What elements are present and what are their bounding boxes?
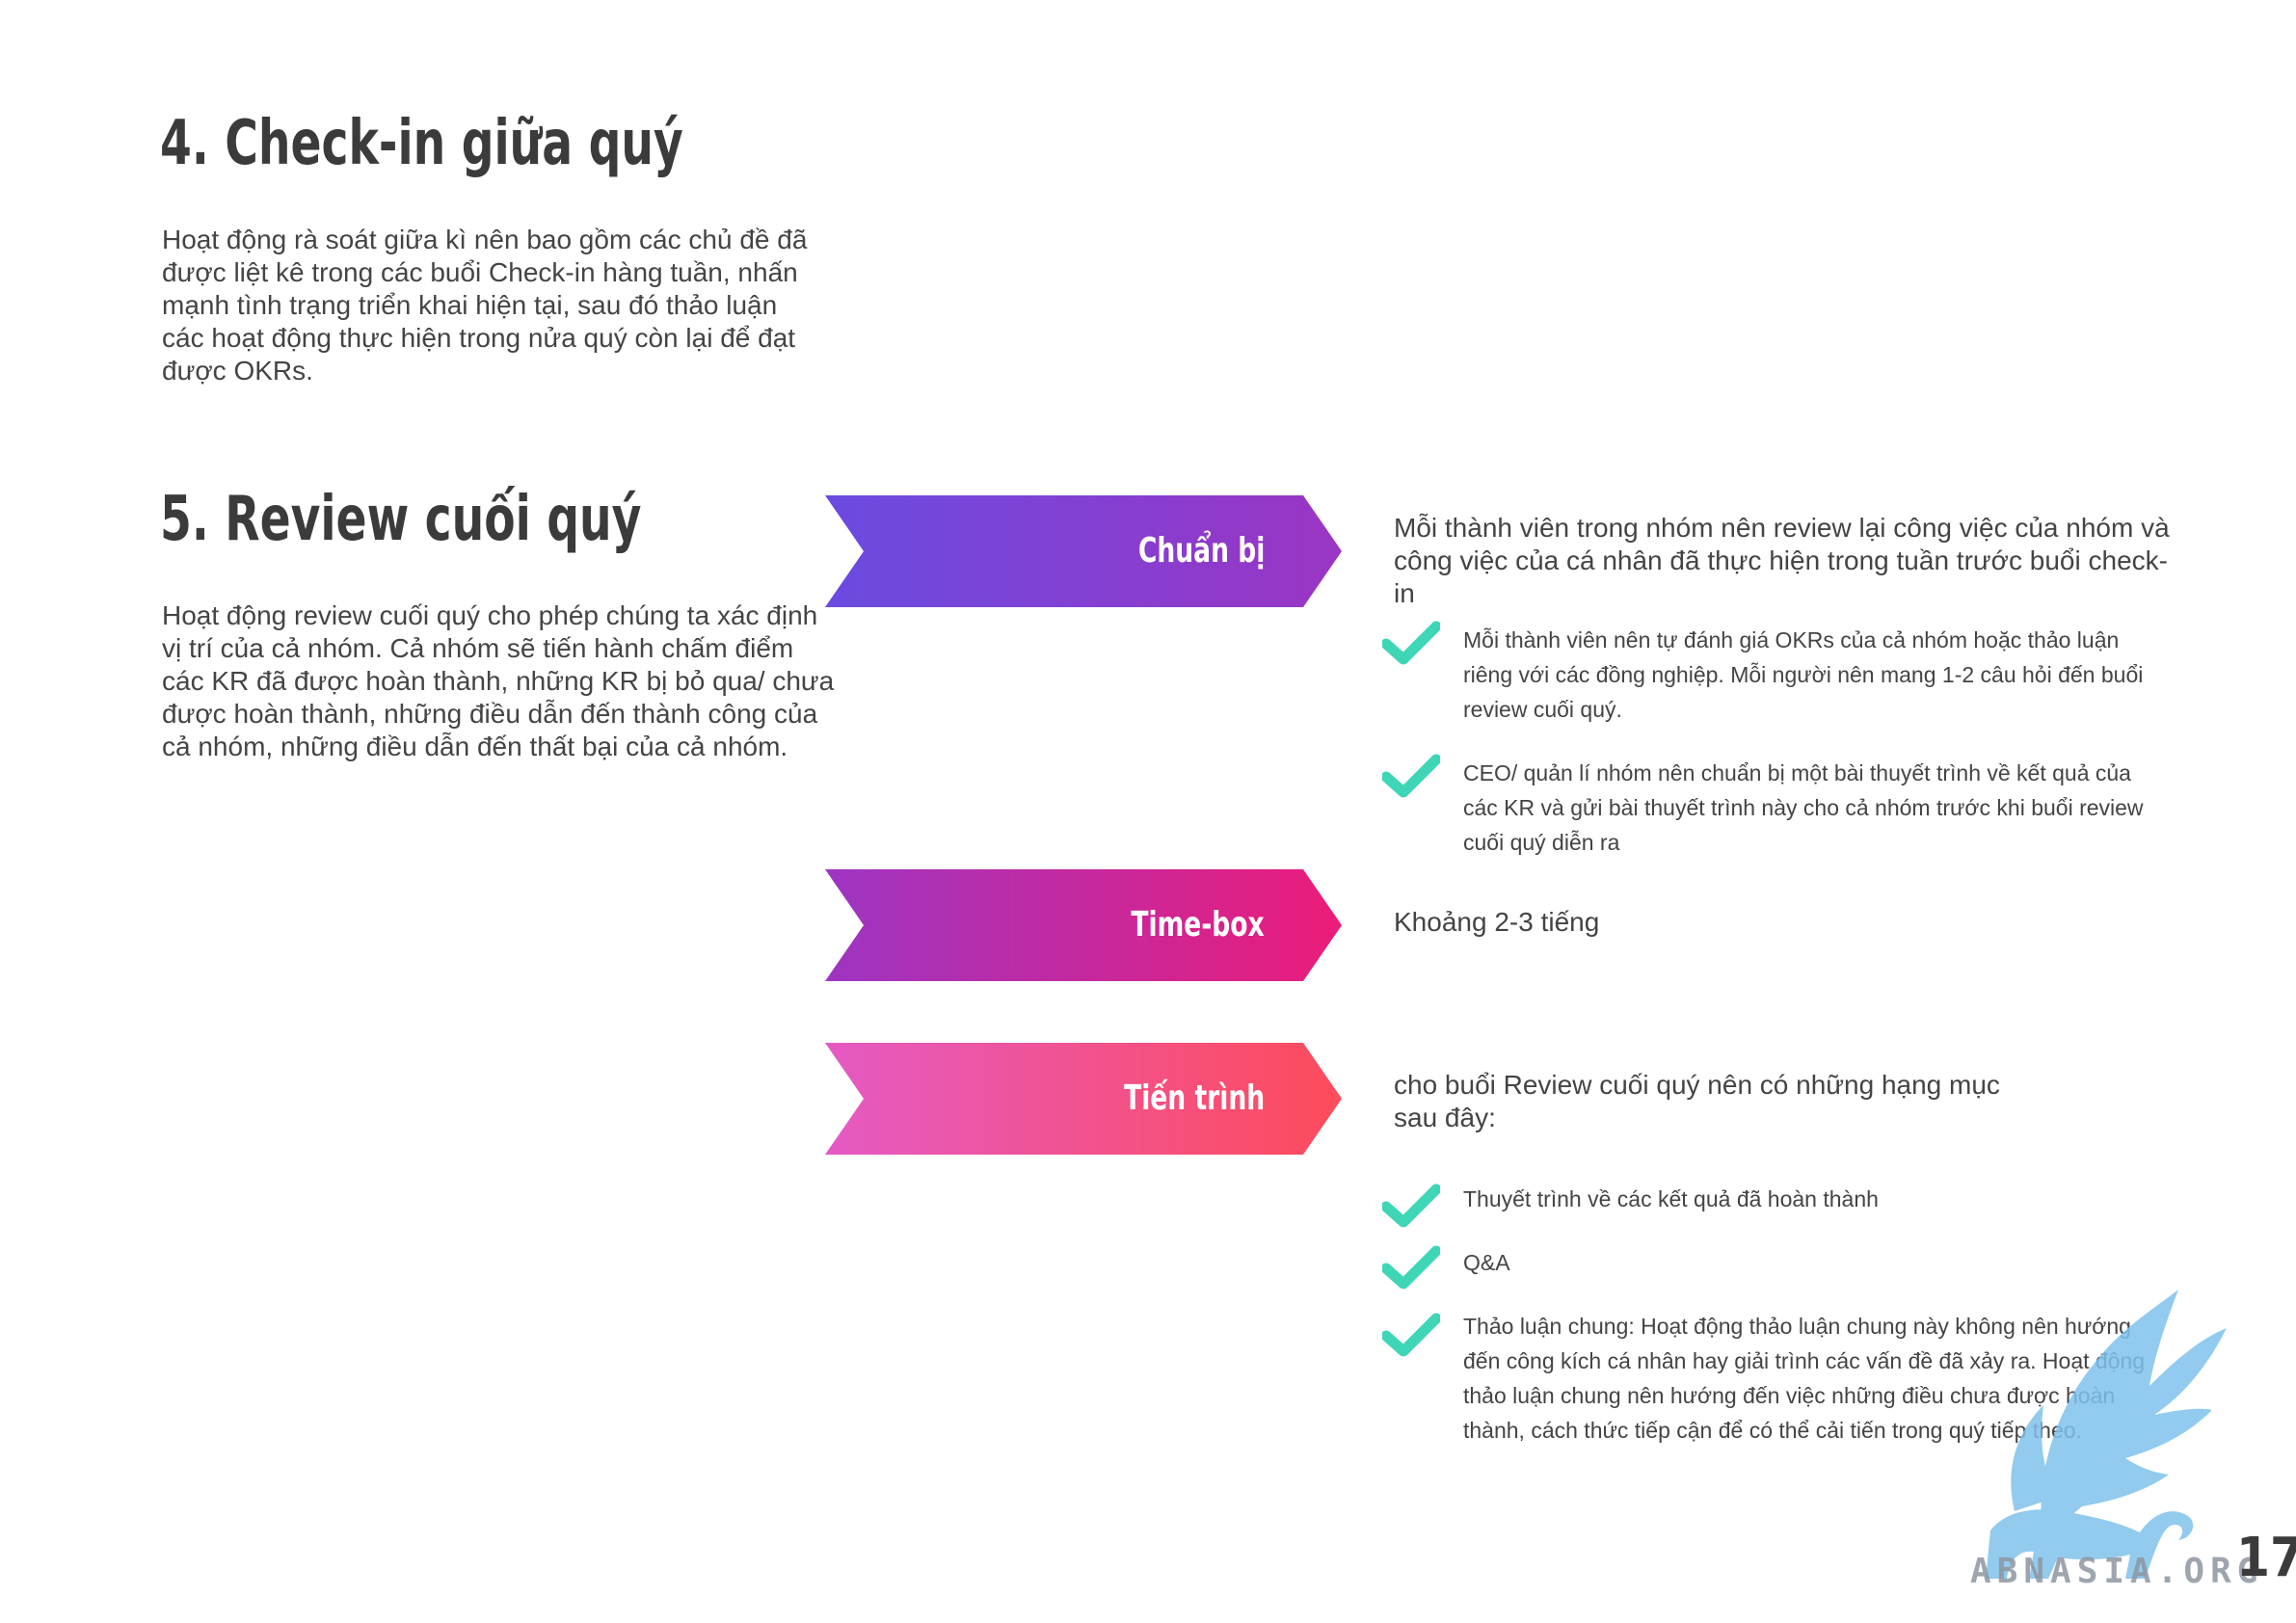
item-line: Thảo luận chung: Hoạt động thảo luận chu… (1463, 1314, 2131, 1339)
item-line: Mỗi thành viên nên tự đánh giá OKRs của … (1463, 627, 2120, 652)
item-line: riêng với các đồng nghiệp. Mỗi người nên… (1463, 662, 2144, 687)
item-line: CEO/ quản lí nhóm nên chuẩn bị một bài t… (1463, 760, 2131, 785)
section-5-body-line: Hoạt động review cuối quý cho phép chúng… (162, 600, 818, 630)
check-icon (1380, 1245, 1442, 1294)
section-4-title: 4. Check-in giữa quý (160, 108, 683, 179)
step-timebox-arrow: Time-box (825, 869, 1342, 981)
step-prepare-arrow: Chuẩn bị (825, 495, 1342, 607)
page-number: 17 (2236, 1527, 2296, 1589)
section-5-body-line: cả nhóm, những điều dẫn đến thất bại của… (162, 732, 788, 761)
check-icon (1380, 1313, 1442, 1362)
section-5-body-line: được hoàn thành, những điều dẫn đến thàn… (162, 699, 818, 729)
watermark-text: ABNASIA.ORG (1970, 1552, 2264, 1591)
section-4-body-line: mạnh tình trạng triển khai hiện tại, sau… (162, 290, 778, 320)
item-line: thảo luận chung nên hướng đến việc những… (1463, 1383, 2116, 1408)
section-4-body-line: Hoạt động rà soát giữa kì nên bao gồm cá… (162, 225, 808, 254)
section-5-body-line: vị trí của cả nhóm. Cả nhóm sẽ tiến hành… (162, 633, 794, 663)
step-prepare-item: CEO/ quản lí nhóm nên chuẩn bị một bài t… (1463, 756, 2196, 860)
step-process-item: Thảo luận chung: Hoạt động thảo luận chu… (1463, 1309, 2196, 1448)
step-prepare-item: Mỗi thành viên nên tự đánh giá OKRs của … (1463, 623, 2196, 727)
step-process-desc: cho buổi Review cuối quý nên có những hạ… (1394, 1069, 2069, 1134)
item-line: các KR và gửi bài thuyết trình này cho c… (1463, 795, 2144, 820)
section-5-title: 5. Review cuối quý (160, 484, 642, 555)
section-4-body-line: được liệt kê trong các buổi Check-in hàn… (162, 257, 798, 287)
step-prepare-desc-line: Mỗi thành viên trong nhóm nên review lại… (1394, 513, 2170, 543)
item-line: Q&A (1463, 1250, 1510, 1275)
step-process-item: Q&A (1463, 1245, 2196, 1280)
section-4-body-line: các hoạt động thực hiện trong nửa quý cò… (162, 323, 796, 353)
step-process-desc-line: sau đây: (1394, 1103, 1496, 1132)
step-timebox-label: Time-box (1131, 905, 1265, 945)
check-icon (1380, 621, 1442, 670)
step-prepare-desc-line: công việc của cá nhân đã thực hiện trong… (1394, 545, 2168, 608)
section-4-body-line: được OKRs. (162, 356, 313, 386)
item-line: đến công kích cá nhân hay giải trình các… (1463, 1348, 2146, 1373)
check-icon (1380, 1184, 1442, 1233)
item-line: review cuối quý. (1463, 697, 1622, 722)
step-process-arrow: Tiến trình (825, 1043, 1342, 1155)
step-process-label: Tiến trình (1123, 1078, 1265, 1118)
section-5-body-line: các KR đã được hoàn thành, những KR bị b… (162, 666, 835, 696)
section-4-body: Hoạt động rà soát giữa kì nên bao gồm cá… (162, 224, 837, 387)
section-5-body: Hoạt động review cuối quý cho phép chúng… (162, 599, 837, 763)
item-line: thành, cách thức tiếp cận để có thể cải … (1463, 1418, 2082, 1443)
item-line: cuối quý diễn ra (1463, 830, 1620, 855)
step-timebox-desc: Khoảng 2-3 tiếng (1394, 907, 1600, 937)
check-icon (1380, 754, 1442, 803)
step-prepare-desc: Mỗi thành viên trong nhóm nên review lại… (1394, 512, 2184, 610)
item-line: Thuyết trình về các kết quả đã hoàn thàn… (1463, 1186, 1879, 1211)
step-prepare-label: Chuẩn bị (1137, 531, 1265, 571)
step-process-desc-line: cho buổi Review cuối quý nên có những hạ… (1394, 1070, 2000, 1100)
step-process-item: Thuyết trình về các kết quả đã hoàn thàn… (1463, 1182, 2196, 1216)
